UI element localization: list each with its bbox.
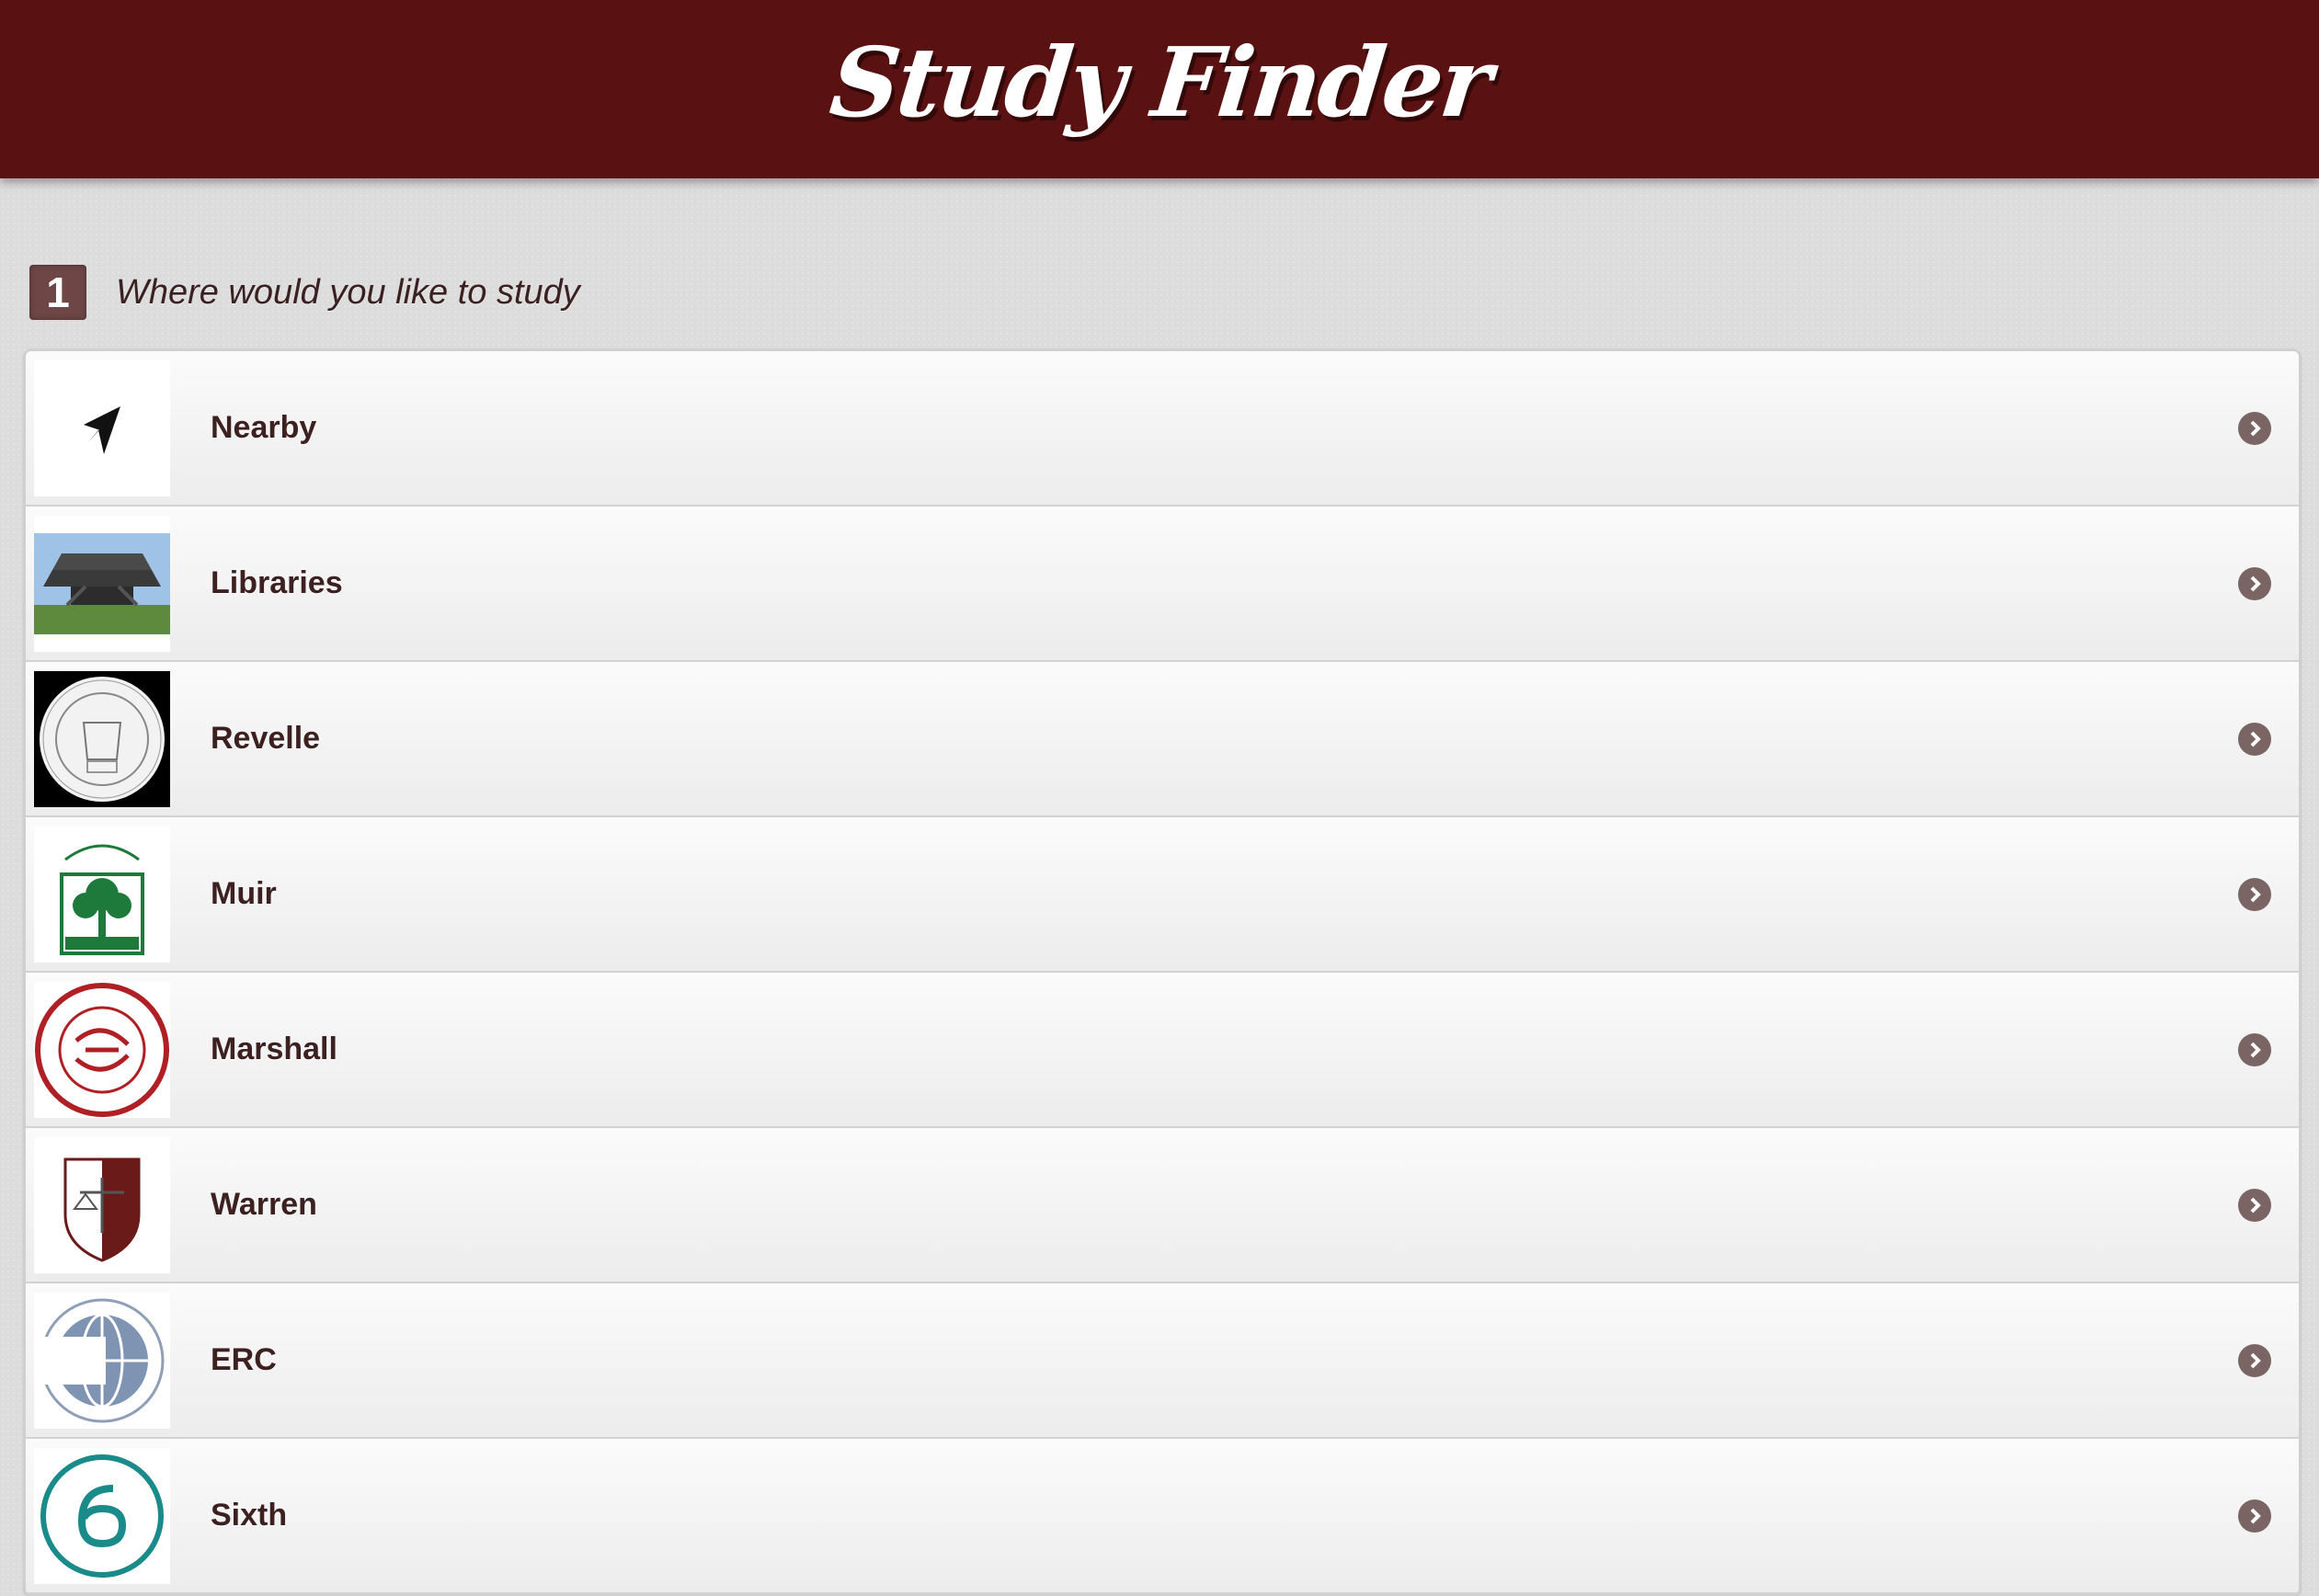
- chevron-right-icon: [2238, 1188, 2271, 1222]
- warren-shield: [34, 1136, 170, 1273]
- list-item-label: Warren: [211, 1187, 317, 1222]
- list-item-label: Sixth: [211, 1498, 288, 1533]
- chevron-right-icon: [2238, 722, 2271, 756]
- list-item-label: Muir: [211, 876, 277, 911]
- location-list: Nearby Libraries Revelle Muir Marshall W…: [24, 349, 2301, 1596]
- list-item-label: ERC: [211, 1342, 277, 1377]
- erc-globe: [34, 1292, 170, 1429]
- chevron-right-icon: [2238, 1343, 2271, 1377]
- list-item-erc[interactable]: ERC: [26, 1283, 2299, 1439]
- step-heading: 1 Where would you like to study: [29, 265, 580, 320]
- list-item-label: Marshall: [211, 1032, 337, 1066]
- list-item-muir[interactable]: Muir: [26, 817, 2299, 973]
- library-photo: [34, 515, 170, 652]
- marshall-seal: [34, 981, 170, 1118]
- sixth-logo: [34, 1447, 170, 1584]
- revelle-seal: [34, 670, 170, 807]
- step-number-badge: 1: [29, 265, 86, 320]
- list-item-warren[interactable]: Warren: [26, 1128, 2299, 1283]
- list-item-label: Revelle: [211, 721, 321, 756]
- step-label: Where would you like to study: [116, 272, 580, 312]
- chevron-right-icon: [2238, 1032, 2271, 1066]
- chevron-right-icon: [2238, 411, 2271, 445]
- chevron-right-icon: [2238, 566, 2271, 600]
- list-item-label: Nearby: [211, 410, 317, 445]
- muir-logo: [34, 826, 170, 963]
- app-header: Study Finder: [0, 0, 2319, 178]
- app-title: Study Finder: [825, 25, 1494, 139]
- list-item-nearby[interactable]: Nearby: [26, 351, 2299, 507]
- list-item-label: Libraries: [211, 565, 343, 600]
- chevron-right-icon: [2238, 877, 2271, 911]
- location-arrow-icon: [34, 359, 170, 496]
- list-item-sixth[interactable]: Sixth: [26, 1439, 2299, 1594]
- chevron-right-icon: [2238, 1499, 2271, 1533]
- list-item-revelle[interactable]: Revelle: [26, 662, 2299, 817]
- list-item-marshall[interactable]: Marshall: [26, 973, 2299, 1128]
- list-item-libraries[interactable]: Libraries: [26, 507, 2299, 662]
